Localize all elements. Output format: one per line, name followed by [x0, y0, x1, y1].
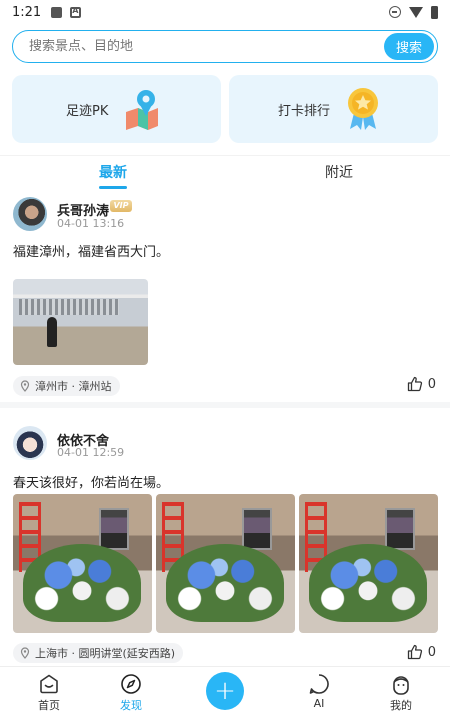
- post-photo[interactable]: [156, 494, 295, 633]
- location-pin-icon: [20, 647, 30, 659]
- status-bar: 1:21: [0, 0, 450, 24]
- tab-nearby[interactable]: 附近: [325, 162, 353, 182]
- avatar[interactable]: [13, 197, 47, 231]
- do-not-disturb-icon: [389, 6, 401, 18]
- photo-portrait: [385, 508, 415, 550]
- location-text: 漳州市 · 漳州站: [35, 380, 112, 393]
- post-photo[interactable]: [299, 494, 438, 633]
- photo-bouquet: [23, 544, 141, 622]
- plus-icon: +: [214, 676, 236, 706]
- photo-person: [47, 317, 57, 347]
- search-bar[interactable]: 搜索: [12, 30, 438, 63]
- like-button[interactable]: 0: [407, 376, 436, 392]
- feed-tabs: 最新 附近: [0, 155, 450, 191]
- wifi-icon: [409, 6, 423, 18]
- photo-watermark: [122, 281, 144, 321]
- location-chip[interactable]: 上海市 · 圆明讲堂(延安西路): [13, 643, 184, 663]
- home-icon: [40, 674, 58, 694]
- gallery-notification-icon: [51, 6, 63, 18]
- search-button[interactable]: 搜索: [384, 33, 434, 60]
- nav-discover-label: 发现: [120, 699, 142, 712]
- photo-portrait: [242, 508, 272, 550]
- nav-ai-label: AI: [313, 697, 325, 710]
- nav-home-label: 首页: [38, 699, 60, 712]
- create-post-button[interactable]: +: [206, 672, 244, 710]
- medal-icon: [348, 88, 378, 130]
- compass-icon: [121, 674, 141, 694]
- search-input[interactable]: [29, 39, 437, 54]
- post-time: 04-01 13:16: [57, 217, 125, 230]
- active-tab-indicator: [99, 186, 127, 189]
- location-chip[interactable]: 漳州市 · 漳州站: [13, 376, 120, 396]
- post-time: 04-01 12:59: [57, 446, 125, 459]
- profile-icon: [393, 676, 409, 695]
- like-count: 0: [427, 376, 436, 392]
- thumbs-up-icon: [407, 376, 422, 392]
- map-pin-icon: [126, 90, 158, 130]
- footprint-pk-label: 足迹PK: [66, 103, 109, 119]
- battery-icon: [431, 5, 438, 19]
- location-text: 上海市 · 圆明讲堂(延安西路): [35, 647, 176, 660]
- feed-post[interactable]: 兵哥孙涛 VIP 04-01 13:16 福建漳州，福建省西大门。 漳州市 · …: [0, 192, 450, 408]
- post-photo[interactable]: [13, 279, 148, 365]
- thumbs-up-icon: [407, 644, 422, 660]
- checkin-ranking-label: 打卡排行: [278, 103, 331, 119]
- ai-assistant-icon: [309, 674, 329, 694]
- nav-mine[interactable]: 我的: [376, 673, 426, 713]
- nav-home[interactable]: 首页: [24, 673, 74, 713]
- photo-bouquet: [166, 544, 284, 622]
- post-text: 春天该很好，你若尚在場。: [13, 476, 170, 491]
- like-count: 0: [427, 644, 436, 660]
- feed-post[interactable]: 依依不舍 04-01 12:59 春天该很好，你若尚在場。 上海市 · 圆明讲堂…: [0, 414, 450, 670]
- like-button[interactable]: 0: [407, 644, 436, 660]
- app-notification-icon: [70, 6, 82, 18]
- checkin-ranking-card[interactable]: 打卡排行: [229, 75, 438, 143]
- post-photo[interactable]: [13, 494, 152, 633]
- location-pin-icon: [20, 380, 30, 392]
- vip-badge: VIP: [110, 200, 132, 212]
- photo-building: [19, 299, 119, 315]
- post-text: 福建漳州，福建省西大门。: [13, 245, 170, 260]
- nav-ai[interactable]: AI: [294, 673, 344, 710]
- photo-portrait: [99, 508, 129, 550]
- status-time: 1:21: [12, 4, 42, 20]
- photo-bouquet: [309, 544, 427, 622]
- avatar[interactable]: [13, 426, 47, 460]
- footprint-pk-card[interactable]: 足迹PK: [12, 75, 221, 143]
- tab-latest[interactable]: 最新: [99, 162, 127, 182]
- nav-discover[interactable]: 发现: [106, 673, 156, 713]
- nav-mine-label: 我的: [390, 699, 412, 712]
